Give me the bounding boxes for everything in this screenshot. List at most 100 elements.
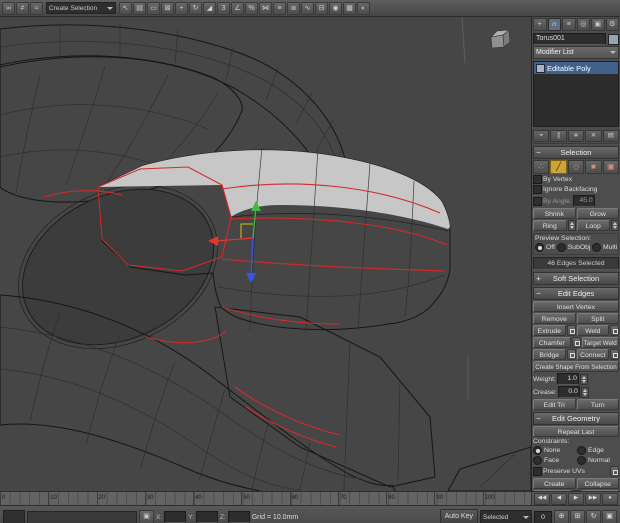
zoom-icon[interactable]: ⊕	[554, 510, 569, 523]
play-button[interactable]: ▶	[568, 493, 584, 505]
maxscript-mini-listener[interactable]	[3, 510, 25, 523]
select-by-name-icon[interactable]: ▤	[133, 2, 146, 15]
named-selection-set-combo[interactable]: Create Selection	[46, 2, 116, 14]
set-key-button[interactable]: ●	[602, 493, 618, 505]
auto-key-button[interactable]: Auto Key	[440, 509, 478, 523]
current-frame-field[interactable]: 0	[534, 511, 552, 523]
layer-manager-icon[interactable]: ≣	[287, 2, 300, 15]
tab-utilities[interactable]: ⚙	[606, 18, 620, 31]
mirror-icon[interactable]: ⋈	[259, 2, 272, 15]
preview-multi-radio[interactable]	[592, 243, 601, 252]
constraint-face-radio[interactable]	[533, 456, 542, 465]
timeline-tick-label[interactable]: 50	[241, 492, 289, 505]
repeat-last-button[interactable]: Repeat Last	[533, 426, 619, 437]
previous-frame-button[interactable]: ◀	[551, 493, 567, 505]
loop-spinner[interactable]	[611, 220, 619, 231]
remove-button[interactable]: Remove	[533, 313, 576, 324]
soft-selection-rollout-header[interactable]: + Soft Selection	[533, 272, 619, 285]
by-vertex-checkbox[interactable]: By Vertex	[533, 175, 619, 184]
turn-button[interactable]: Turn	[577, 399, 620, 410]
extrude-button[interactable]: Extrude	[533, 325, 566, 336]
timeline-tick-label[interactable]: 20	[97, 492, 145, 505]
grow-button[interactable]: Grow	[577, 208, 620, 219]
crease-spinner[interactable]	[581, 387, 589, 398]
timeline-tick-label[interactable]: 10	[48, 492, 96, 505]
preserve-uvs-checkbox[interactable]: Preserve UVs	[533, 466, 619, 477]
configure-modifier-sets-button[interactable]: ▤	[603, 130, 619, 142]
edit-tri-button[interactable]: Edit Tri	[533, 399, 576, 410]
modifier-stack-row[interactable]: Editable Poly	[534, 62, 618, 74]
material-editor-icon[interactable]: ◉	[329, 2, 342, 15]
attach-button[interactable]: Attach	[533, 490, 571, 491]
orbit-icon[interactable]: ↻	[586, 510, 601, 523]
ring-button[interactable]: Ring	[533, 220, 567, 231]
zoom-extents-icon[interactable]: ⊞	[570, 510, 585, 523]
border-mode-button[interactable]: ◇	[568, 160, 584, 174]
go-to-start-button[interactable]: ◀◀	[534, 493, 550, 505]
timeline-tick-label[interactable]: 30	[145, 492, 193, 505]
next-frame-button[interactable]: ▶▶	[585, 493, 601, 505]
collapse-button[interactable]: Collapse	[577, 478, 620, 489]
object-name-field[interactable]: Torus001	[533, 33, 606, 45]
coord-y-field[interactable]	[196, 511, 218, 523]
scale-icon[interactable]: ◢	[203, 2, 216, 15]
loop-button[interactable]: Loop	[577, 220, 611, 231]
make-unique-button[interactable]: ∗	[568, 130, 584, 142]
tab-display[interactable]: ▣	[591, 18, 605, 31]
window-crossing-icon[interactable]: ⊠	[161, 2, 174, 15]
crease-value[interactable]: 0.0	[558, 386, 580, 398]
preview-subobj-radio[interactable]	[557, 243, 566, 252]
chamfer-button[interactable]: Chamfer	[533, 337, 571, 348]
timeline-tick-label[interactable]: 0	[0, 492, 48, 505]
weld-button[interactable]: Weld	[577, 325, 610, 336]
shrink-button[interactable]: Shrink	[533, 208, 576, 219]
selection-set-dropdown[interactable]: Selected	[480, 510, 532, 523]
constraint-normal-radio[interactable]	[577, 456, 586, 465]
bind-to-spacewarp-icon[interactable]: ≈	[30, 2, 43, 15]
extrude-settings-button[interactable]	[567, 325, 576, 336]
angle-snap-icon[interactable]: ∠	[231, 2, 244, 15]
attach-settings-button[interactable]	[572, 490, 581, 491]
vertex-mode-button[interactable]: ∴	[533, 160, 549, 174]
timeline-tick-label[interactable]: 70	[338, 492, 386, 505]
create-shape-button[interactable]: Create Shape From Selection	[533, 361, 619, 372]
weld-settings-button[interactable]	[610, 325, 619, 336]
unlink-icon[interactable]: ≠	[16, 2, 29, 15]
remove-modifier-button[interactable]: ✕	[585, 130, 601, 142]
timeline-tick-label[interactable]: 100	[483, 492, 531, 505]
curve-editor-icon[interactable]: ∿	[301, 2, 314, 15]
tab-create[interactable]: +	[533, 18, 547, 31]
select-object-icon[interactable]: ↖	[119, 2, 132, 15]
selection-rollout-header[interactable]: − Selection	[533, 146, 619, 159]
chamfer-settings-button[interactable]	[572, 337, 581, 348]
schematic-view-icon[interactable]: ⊟	[315, 2, 328, 15]
tab-hierarchy[interactable]: ≡	[562, 18, 576, 31]
by-angle-checkbox[interactable]: By Angle: 45.0	[533, 195, 619, 207]
align-icon[interactable]: ≡	[273, 2, 286, 15]
timeline-ruler[interactable]: 0102030405060708090100	[0, 492, 531, 505]
timeline-tick-label[interactable]: 60	[290, 492, 338, 505]
weight-value[interactable]: 1.0	[557, 373, 579, 385]
modifier-stack-list[interactable]: Editable Poly	[533, 61, 619, 127]
element-mode-button[interactable]: ▣	[603, 160, 619, 174]
insert-vertex-button[interactable]: Insert Vertex	[533, 301, 619, 312]
preserve-uvs-settings-button[interactable]	[610, 466, 619, 477]
perspective-viewport[interactable]	[0, 17, 532, 491]
constraint-none-radio[interactable]	[533, 446, 542, 455]
preview-off-radio[interactable]	[535, 243, 544, 252]
detach-button[interactable]: Detach	[582, 490, 620, 491]
split-button[interactable]: Split	[577, 313, 620, 324]
move-icon[interactable]: +	[175, 2, 188, 15]
edit-edges-rollout-header[interactable]: − Edit Edges	[533, 287, 619, 300]
coord-z-field[interactable]	[228, 511, 250, 523]
maximize-viewport-icon[interactable]: ▣	[602, 510, 617, 523]
render-icon[interactable]: ◐	[357, 2, 370, 15]
create-button[interactable]: Create	[533, 478, 576, 489]
weight-spinner[interactable]	[580, 374, 588, 385]
modifier-list-dropdown[interactable]: Modifier List	[533, 46, 619, 59]
bridge-settings-button[interactable]	[567, 349, 576, 360]
target-weld-button[interactable]: Target Weld	[582, 337, 620, 348]
timeline-tick-label[interactable]: 80	[386, 492, 434, 505]
edit-geometry-rollout-header[interactable]: − Edit Geometry	[533, 412, 619, 425]
rotate-icon[interactable]: ↻	[189, 2, 202, 15]
